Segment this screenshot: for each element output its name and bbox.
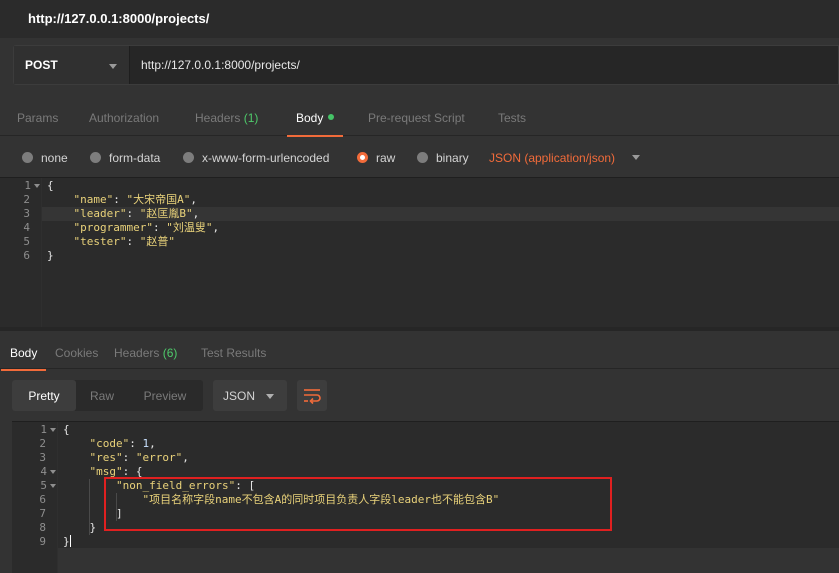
window-title-bar: http://127.0.0.1:8000/projects/ bbox=[0, 0, 839, 38]
radio-icon bbox=[183, 152, 194, 163]
line-number: 5 bbox=[23, 235, 30, 248]
highlight-box bbox=[104, 477, 612, 531]
code-line: "res": "error", bbox=[89, 451, 189, 464]
tab-pre-request-script[interactable]: Pre-request Script bbox=[368, 111, 465, 125]
format-select[interactable]: JSON bbox=[213, 380, 287, 411]
tab-test-results[interactable]: Test Results bbox=[201, 346, 266, 360]
radio-form-data[interactable]: form-data bbox=[90, 151, 160, 165]
modified-dot-icon bbox=[328, 114, 335, 120]
code-line: "leader": "赵匡胤B", bbox=[73, 207, 200, 220]
radio-binary[interactable]: binary bbox=[417, 151, 469, 165]
radio-none[interactable]: none bbox=[22, 151, 68, 165]
tab-response-body[interactable]: Body bbox=[0, 346, 47, 371]
request-body-editor[interactable]: 1 2 3 4 5 6 { "name": "大宋帝国A", "leader":… bbox=[0, 177, 839, 327]
method-label: POST bbox=[25, 58, 58, 72]
chevron-down-icon bbox=[266, 394, 274, 399]
radio-icon bbox=[417, 152, 428, 163]
code-line: "tester": "赵普" bbox=[73, 235, 175, 248]
tab-response-headers[interactable]: Headers (6) bbox=[114, 346, 177, 360]
radio-selected-icon bbox=[357, 152, 368, 163]
fold-chevron-icon[interactable] bbox=[50, 470, 56, 474]
window-title: http://127.0.0.1:8000/projects/ bbox=[28, 11, 210, 26]
line-number: 4 bbox=[12, 465, 56, 479]
code-line: "programmer": "刘温叟", bbox=[73, 221, 220, 234]
line-number: 3 bbox=[39, 451, 46, 464]
radio-icon bbox=[90, 152, 101, 163]
request-code: { "name": "大宋帝国A", "leader": "赵匡胤B", "pr… bbox=[47, 179, 219, 263]
fold-chevron-icon[interactable] bbox=[34, 184, 40, 188]
tab-body[interactable]: Body bbox=[286, 111, 344, 137]
radio-raw[interactable]: raw bbox=[357, 151, 395, 165]
preview-button[interactable]: Preview bbox=[132, 380, 198, 411]
line-number: 2 bbox=[39, 437, 46, 450]
tab-authorization[interactable]: Authorization bbox=[89, 111, 159, 125]
request-bar: POST http://127.0.0.1:8000/projects/ bbox=[13, 45, 839, 85]
line-number: 9 bbox=[39, 535, 46, 548]
response-tabs: Body Cookies Headers (6) Test Results bbox=[0, 331, 839, 371]
headers-count: (6) bbox=[162, 346, 178, 360]
url-input[interactable]: http://127.0.0.1:8000/projects/ bbox=[141, 58, 300, 72]
chevron-down-icon bbox=[109, 64, 117, 69]
raw-button[interactable]: Raw bbox=[76, 380, 128, 411]
code-line: "name": "大宋帝国A", bbox=[73, 193, 198, 206]
line-number: 1 bbox=[0, 179, 40, 193]
chevron-down-icon[interactable] bbox=[632, 155, 640, 160]
code-line: } bbox=[47, 249, 54, 262]
line-number: 4 bbox=[23, 221, 30, 234]
tab-headers[interactable]: Headers (1) bbox=[195, 111, 258, 125]
headers-count: (1) bbox=[243, 111, 259, 125]
radio-x-www-form-urlencoded[interactable]: x-www-form-urlencoded bbox=[183, 151, 329, 165]
method-select[interactable]: POST bbox=[14, 46, 130, 84]
code-line: } bbox=[63, 535, 71, 548]
line-number: 1 bbox=[12, 423, 56, 437]
radio-icon bbox=[22, 152, 33, 163]
line-number: 7 bbox=[39, 507, 46, 520]
line-number: 8 bbox=[39, 521, 46, 534]
wrap-lines-icon bbox=[304, 389, 321, 405]
body-type-selector: none form-data x-www-form-urlencoded raw… bbox=[0, 142, 839, 174]
line-number: 3 bbox=[23, 207, 30, 220]
fold-chevron-icon[interactable] bbox=[50, 484, 56, 488]
line-number: 6 bbox=[23, 249, 30, 262]
line-number: 2 bbox=[23, 193, 30, 206]
line-number: 5 bbox=[12, 479, 56, 493]
line-gutter: 1 2 3 4 5 6 bbox=[0, 178, 42, 327]
tab-tests[interactable]: Tests bbox=[498, 111, 526, 125]
wrap-lines-button[interactable] bbox=[297, 380, 327, 411]
request-tabs: Params Authorization Headers (1) Body Pr… bbox=[0, 100, 839, 137]
fold-chevron-icon[interactable] bbox=[50, 428, 56, 432]
tab-cookies[interactable]: Cookies bbox=[55, 346, 98, 360]
content-type-select[interactable]: JSON (application/json) bbox=[489, 151, 615, 165]
format-label: JSON bbox=[223, 389, 256, 403]
line-gutter: 1 2 3 4 5 6 7 8 9 bbox=[12, 422, 58, 573]
code-line: { bbox=[47, 179, 54, 192]
pretty-button[interactable]: Pretty bbox=[12, 380, 76, 411]
code-line: "code": 1, bbox=[89, 437, 156, 450]
code-line: { bbox=[63, 423, 70, 436]
tab-params[interactable]: Params bbox=[17, 111, 58, 125]
view-mode-toggle: Pretty Raw Preview bbox=[12, 380, 203, 411]
text-cursor bbox=[69, 535, 71, 547]
line-number: 6 bbox=[39, 493, 46, 506]
